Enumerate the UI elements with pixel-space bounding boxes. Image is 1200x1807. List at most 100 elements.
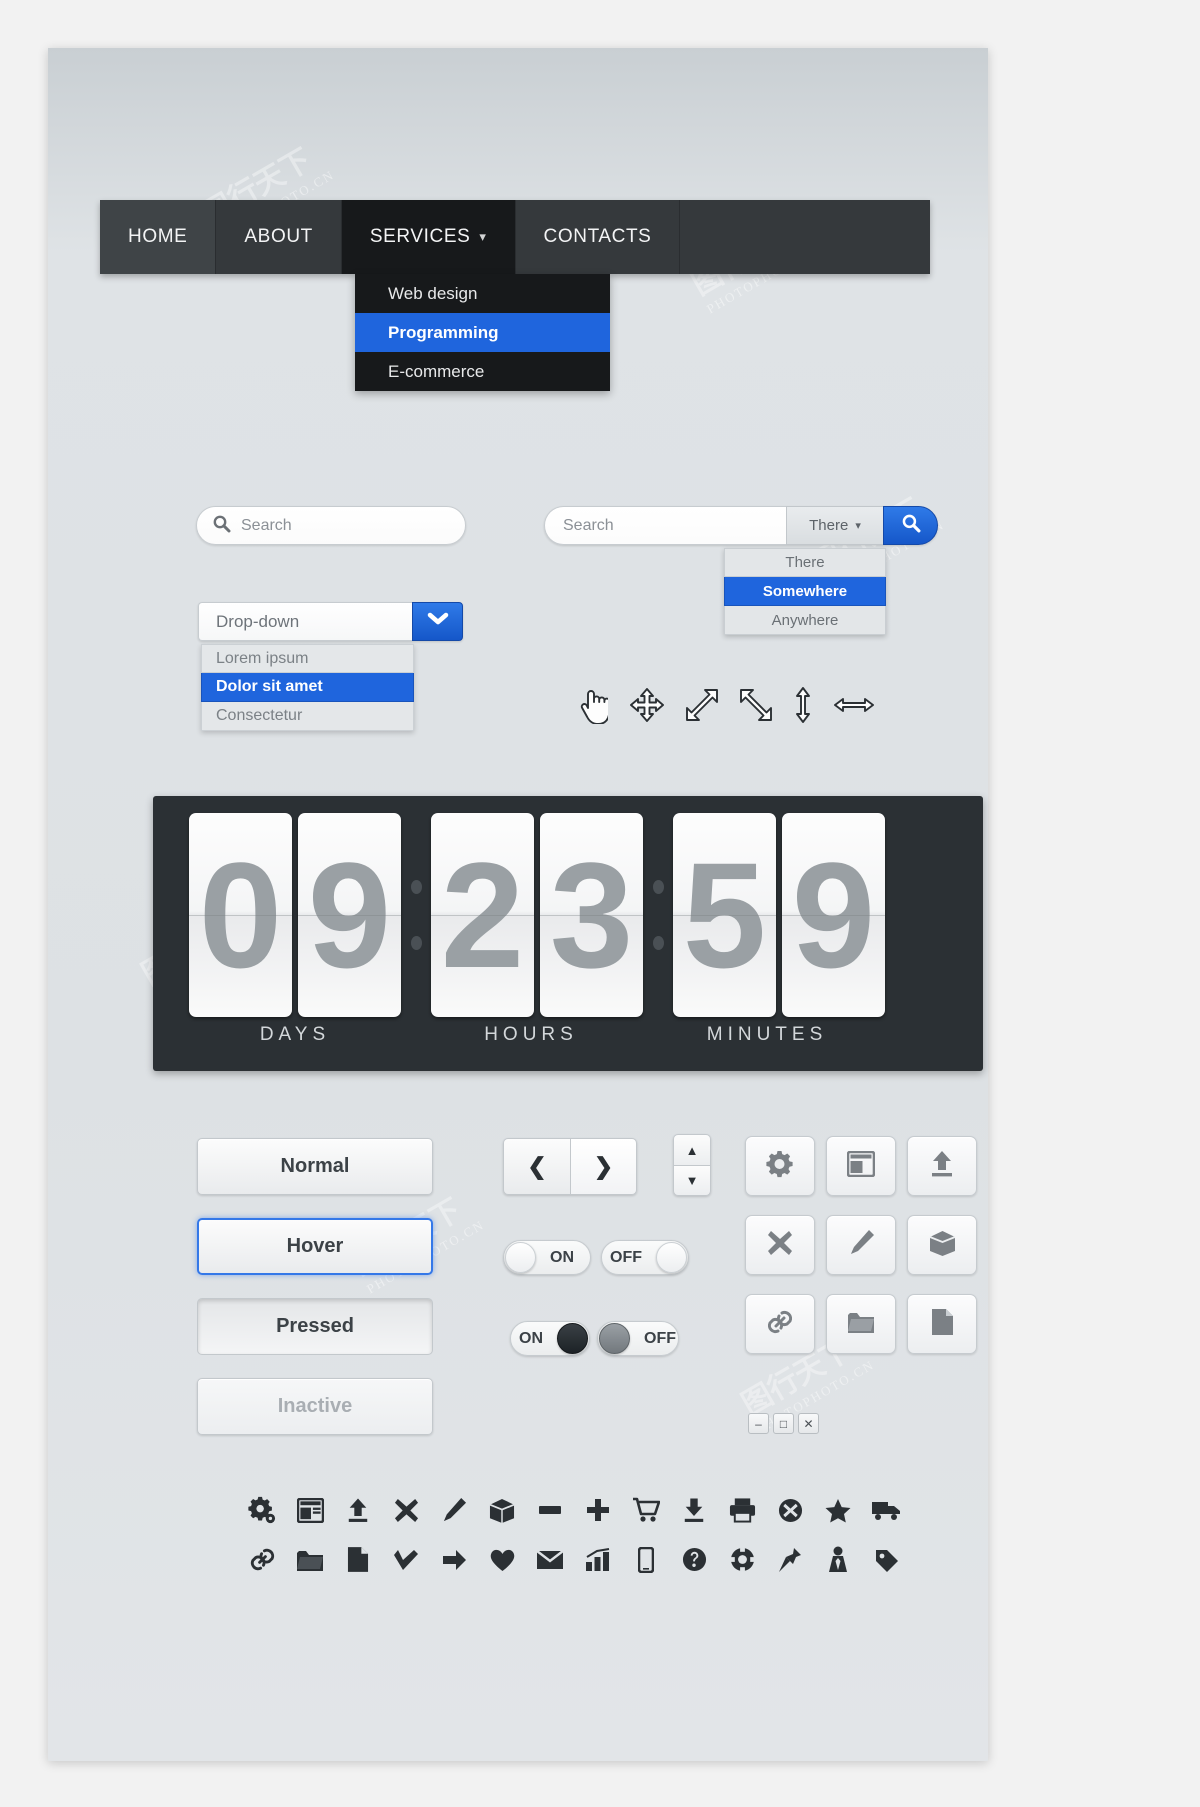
toggle-on-light[interactable]: ON	[503, 1240, 591, 1275]
toggle-label: OFF	[644, 1329, 676, 1347]
gears-icon	[238, 1496, 286, 1524]
nav-item-about[interactable]: ABOUT	[216, 200, 342, 274]
scope-option-anywhere[interactable]: Anywhere	[724, 606, 886, 635]
nav-item-home[interactable]: HOME	[100, 200, 217, 274]
scope-option-somewhere[interactable]: Somewhere	[724, 577, 886, 606]
chevron-up-icon: ▲	[685, 1142, 699, 1158]
check-icon	[382, 1549, 430, 1571]
toggle-knob	[505, 1242, 536, 1273]
submenu-item-ecommerce[interactable]: E-commerce	[355, 352, 610, 391]
next-button[interactable]: ❯	[570, 1138, 637, 1195]
button-normal[interactable]: Normal	[197, 1138, 433, 1195]
services-submenu: Web design Programming E-commerce	[355, 274, 610, 391]
submenu-label: Web design	[388, 283, 478, 303]
chevron-down-icon: ▾	[479, 229, 487, 244]
scope-value: There	[809, 517, 849, 534]
icon-button-window[interactable]	[826, 1136, 896, 1196]
upload-icon	[929, 1150, 955, 1183]
search-placeholder: Search	[241, 516, 292, 534]
cart-icon	[622, 1497, 670, 1523]
submenu-item-web-design[interactable]: Web design	[355, 274, 610, 313]
option-label: Lorem ipsum	[216, 649, 309, 667]
icon-button-file[interactable]	[907, 1294, 977, 1354]
button-pressed[interactable]: Pressed	[197, 1298, 433, 1355]
dropdown-option-consectetur[interactable]: Consectetur	[201, 702, 414, 731]
submenu-item-programming[interactable]: Programming	[355, 313, 610, 352]
error-circle-icon	[766, 1498, 814, 1523]
toggle-label: ON	[519, 1329, 543, 1347]
window-icon	[846, 1150, 876, 1182]
option-label: There	[785, 554, 825, 571]
button-label: Hover	[286, 1235, 344, 1257]
dropdown-option-dolor-sit-amet[interactable]: Dolor sit amet	[201, 673, 414, 702]
close-window-button[interactable]: ✕	[798, 1413, 819, 1434]
option-label: Somewhere	[762, 582, 848, 600]
gears-icon	[765, 1149, 795, 1184]
icon-button-pencil[interactable]	[826, 1215, 896, 1275]
upload-icon	[334, 1497, 382, 1524]
heart-icon	[478, 1548, 526, 1572]
maximize-icon: □	[779, 1416, 788, 1431]
resize-nw-se-cursor-icon	[740, 689, 772, 721]
scope-option-there[interactable]: There	[724, 548, 886, 577]
chevron-left-icon: ❮	[527, 1153, 547, 1179]
chevron-down-icon	[427, 612, 449, 631]
icon-button-upload[interactable]	[907, 1136, 977, 1196]
option-label: Anywhere	[771, 611, 839, 629]
flip-card: 0	[189, 813, 292, 1017]
minimize-button[interactable]: –	[748, 1413, 769, 1434]
close-x-icon	[767, 1230, 793, 1261]
search-input[interactable]: Search	[544, 506, 786, 545]
dropdown-value[interactable]: Drop-down	[198, 602, 412, 641]
button-label: Pressed	[276, 1315, 354, 1337]
button-states-group: Normal Hover Pressed Inactive	[197, 1138, 433, 1458]
minimize-icon: –	[755, 1416, 762, 1431]
icon-button-gears[interactable]	[745, 1136, 815, 1196]
resize-vertical-cursor-icon	[794, 687, 812, 723]
search-submit-button[interactable]	[883, 506, 938, 545]
countdown-label-hours: HOURS	[484, 1024, 578, 1045]
nav-item-services[interactable]: SERVICES ▾	[341, 200, 516, 274]
nav-label: HOME	[128, 226, 188, 247]
digit: 0	[198, 831, 283, 999]
prev-button[interactable]: ❮	[503, 1138, 570, 1195]
toggle-on-dark[interactable]: ON	[510, 1321, 590, 1356]
nav-filler	[680, 200, 931, 274]
toggle-off-light[interactable]: OFF	[601, 1240, 689, 1275]
dropdown-toggle-button[interactable]	[412, 602, 463, 641]
folder-icon	[286, 1548, 334, 1572]
search-icon	[212, 514, 231, 538]
maximize-button[interactable]: □	[773, 1413, 794, 1434]
nav-item-contacts[interactable]: CONTACTS	[515, 200, 681, 274]
window-controls: – □ ✕	[748, 1413, 819, 1434]
decrement-button[interactable]: ▼	[673, 1165, 711, 1196]
flip-card: 9	[782, 813, 885, 1017]
icon-button-folder[interactable]	[826, 1294, 896, 1354]
mail-icon	[526, 1549, 574, 1570]
countdown-label-minutes: MINUTES	[706, 1024, 828, 1045]
icon-set-row-1	[238, 1496, 910, 1524]
digit: 9	[307, 831, 392, 999]
icon-button-link[interactable]	[745, 1294, 815, 1354]
phone-icon	[622, 1546, 670, 1573]
icon-button-box[interactable]	[907, 1215, 977, 1275]
toggle-knob	[656, 1242, 687, 1273]
search-icon	[901, 513, 921, 538]
minus-icon	[526, 1504, 574, 1516]
search-scope-select[interactable]: There ▾	[786, 506, 883, 545]
pin-icon	[766, 1547, 814, 1573]
search-field-rounded[interactable]: Search	[196, 506, 466, 545]
option-label: Dolor sit amet	[216, 678, 323, 695]
digit: 5	[682, 831, 767, 999]
increment-button[interactable]: ▲	[673, 1134, 711, 1165]
dropdown-option-lorem-ipsum[interactable]: Lorem ipsum	[201, 644, 414, 673]
digit: 3	[549, 831, 634, 999]
button-hover[interactable]: Hover	[197, 1218, 433, 1275]
resize-horizontal-cursor-icon	[834, 695, 874, 715]
nav-label: CONTACTS	[543, 226, 652, 247]
box-icon	[478, 1497, 526, 1524]
countdown-digits: 0 9 2 3 5 9	[189, 813, 891, 1017]
icon-button-close[interactable]	[745, 1215, 815, 1275]
tag-icon	[862, 1547, 910, 1573]
toggle-off-gray[interactable]: OFF	[597, 1321, 679, 1356]
